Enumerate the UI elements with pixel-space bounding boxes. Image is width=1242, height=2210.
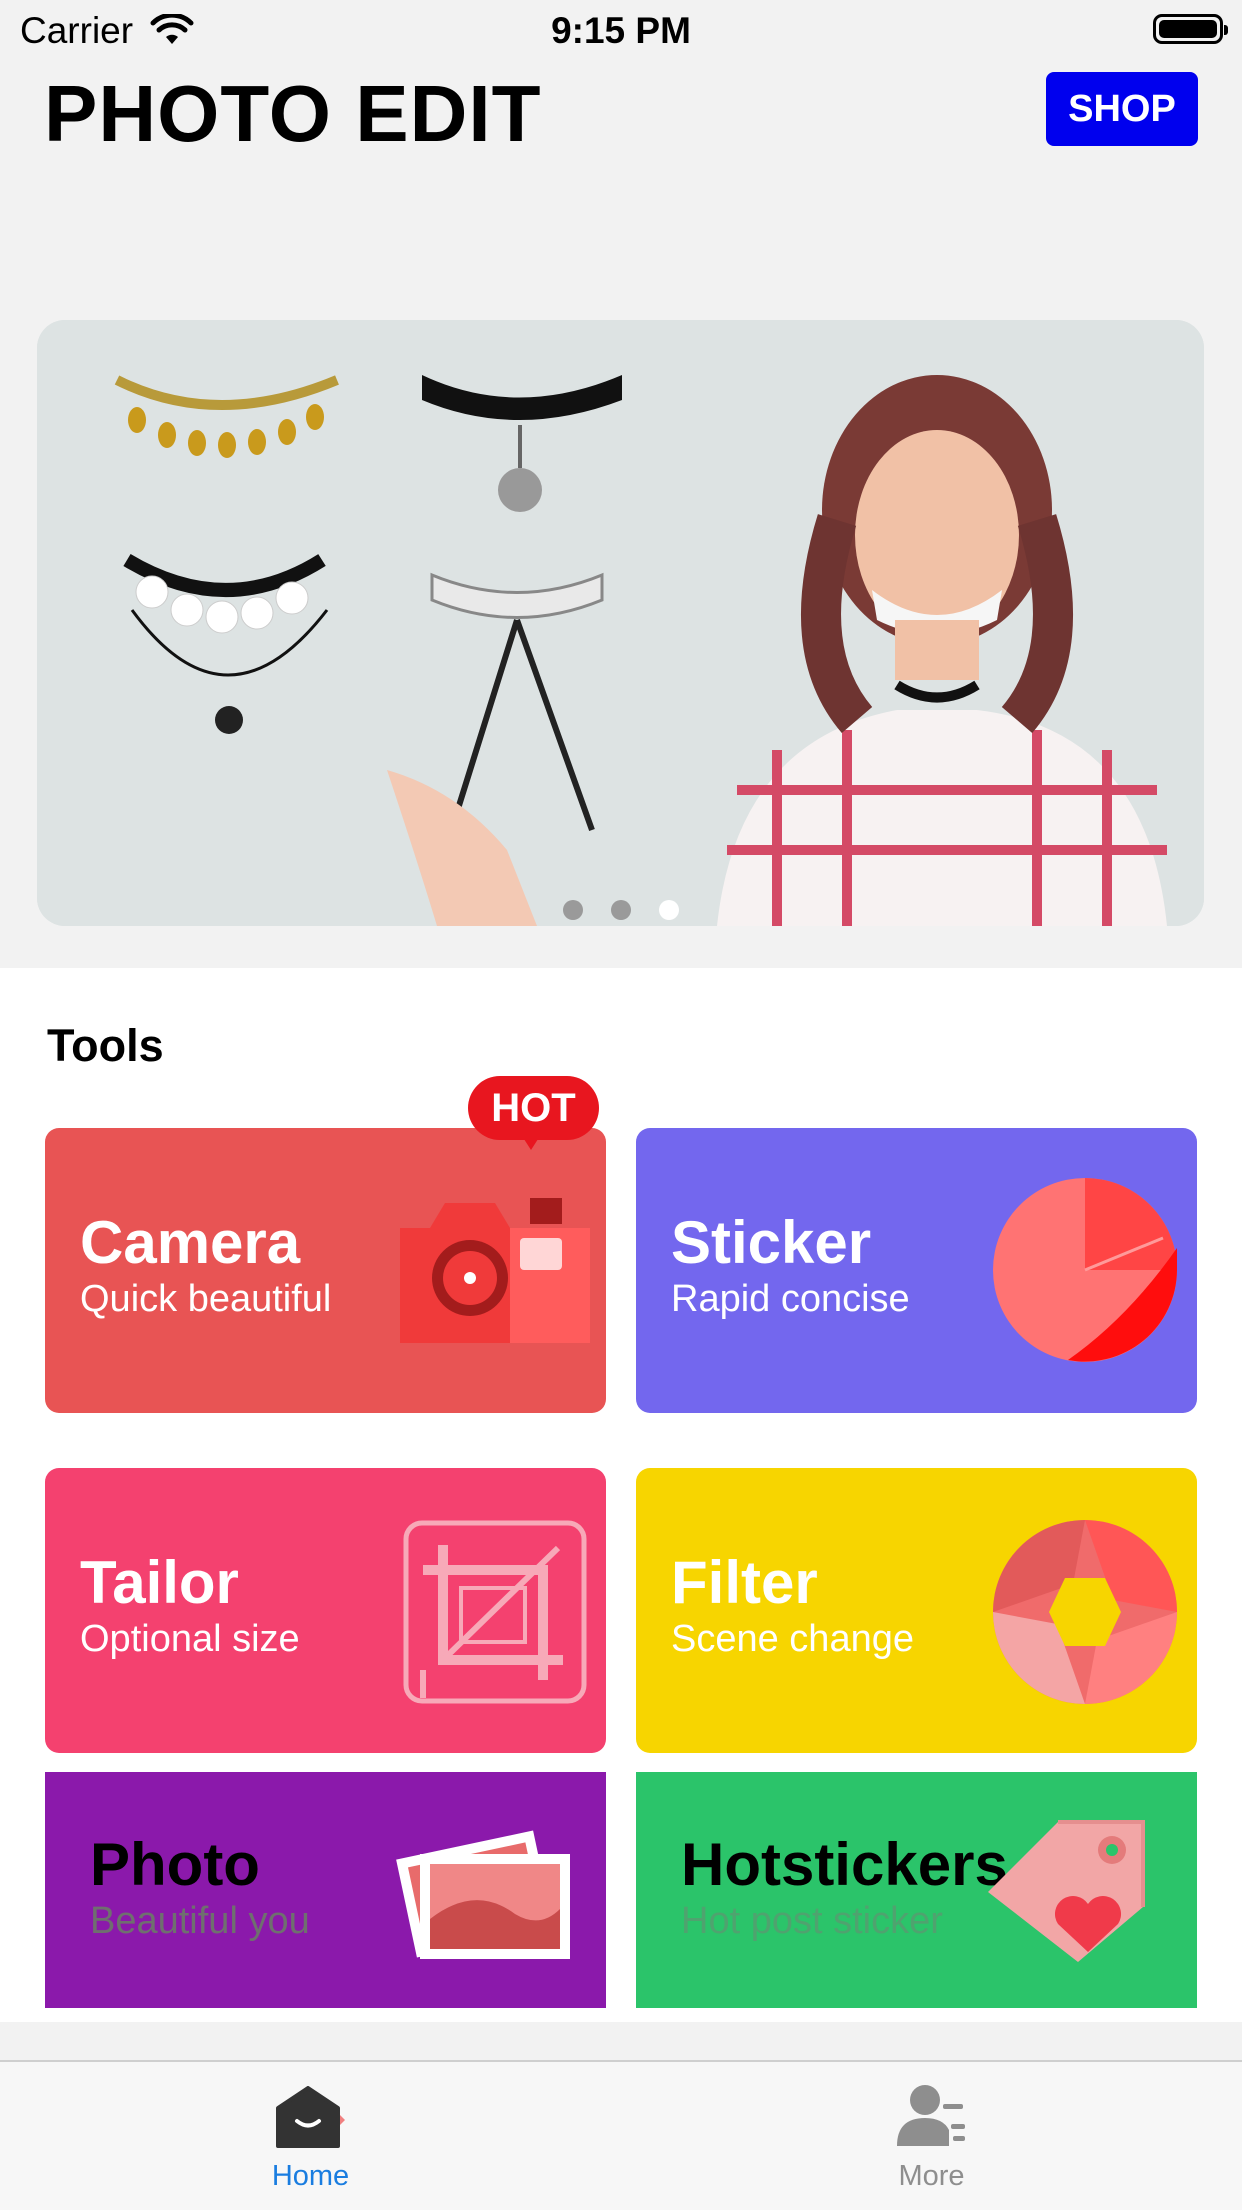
tab-bar: Home More bbox=[0, 2060, 1242, 2210]
card-subtitle: Optional size bbox=[80, 1618, 300, 1660]
tool-card-photo[interactable]: Photo Beautiful you bbox=[45, 1772, 606, 2008]
tool-card-sticker[interactable]: Sticker Rapid concise bbox=[636, 1128, 1197, 1413]
tab-home[interactable]: Home bbox=[0, 2062, 621, 2210]
camera-icon bbox=[400, 1198, 590, 1343]
card-subtitle: Quick beautiful bbox=[80, 1278, 332, 1320]
card-subtitle: Hot post sticker bbox=[681, 1900, 943, 1942]
shop-button[interactable]: SHOP bbox=[1046, 72, 1198, 146]
hot-badge-tail bbox=[522, 1136, 540, 1150]
tab-more-label: More bbox=[898, 2160, 965, 2192]
status-carrier: Carrier bbox=[20, 10, 134, 51]
aperture-icon bbox=[993, 1520, 1177, 1704]
battery-icon bbox=[1153, 14, 1228, 44]
card-title: Filter bbox=[671, 1549, 818, 1616]
carousel-dot-3[interactable] bbox=[659, 900, 679, 920]
wifi-icon bbox=[150, 14, 194, 44]
photos-icon bbox=[396, 1830, 570, 1959]
tab-more[interactable]: More bbox=[621, 2062, 1242, 2210]
card-title: Tailor bbox=[80, 1549, 239, 1616]
page-title: PHOTO EDIT bbox=[44, 69, 542, 158]
carousel-dot-1[interactable] bbox=[563, 900, 583, 920]
sticker-pie-icon bbox=[993, 1178, 1177, 1362]
carousel-dot-2[interactable] bbox=[611, 900, 631, 920]
home-icon bbox=[276, 2086, 345, 2148]
tab-home-label: Home bbox=[271, 2160, 350, 2192]
card-title: Photo bbox=[90, 1831, 260, 1898]
card-subtitle: Rapid concise bbox=[671, 1278, 910, 1320]
tool-card-camera[interactable]: Camera Quick beautiful bbox=[45, 1128, 606, 1413]
tool-card-hotstickers[interactable]: Hotstickers Hot post sticker bbox=[636, 1772, 1197, 2008]
banner-carousel[interactable] bbox=[37, 320, 1204, 926]
crop-icon bbox=[403, 1520, 587, 1704]
tools-section-title: Tools bbox=[47, 1020, 164, 1071]
card-subtitle: Scene change bbox=[671, 1618, 914, 1660]
card-title: Sticker bbox=[671, 1209, 872, 1276]
person-list-icon bbox=[897, 2085, 965, 2146]
tool-card-filter[interactable]: Filter Scene change bbox=[636, 1468, 1197, 1753]
card-title: Hotstickers bbox=[681, 1831, 1008, 1898]
tag-heart-icon bbox=[988, 1820, 1145, 1962]
banner-image bbox=[37, 320, 1204, 926]
hot-badge: HOT bbox=[468, 1076, 599, 1140]
status-bar: 9:15 PM Carrier bbox=[0, 0, 1242, 62]
tool-card-tailor[interactable]: Tailor Optional size bbox=[45, 1468, 606, 1753]
card-subtitle: Beautiful you bbox=[90, 1900, 310, 1942]
card-title: Camera bbox=[80, 1209, 301, 1276]
